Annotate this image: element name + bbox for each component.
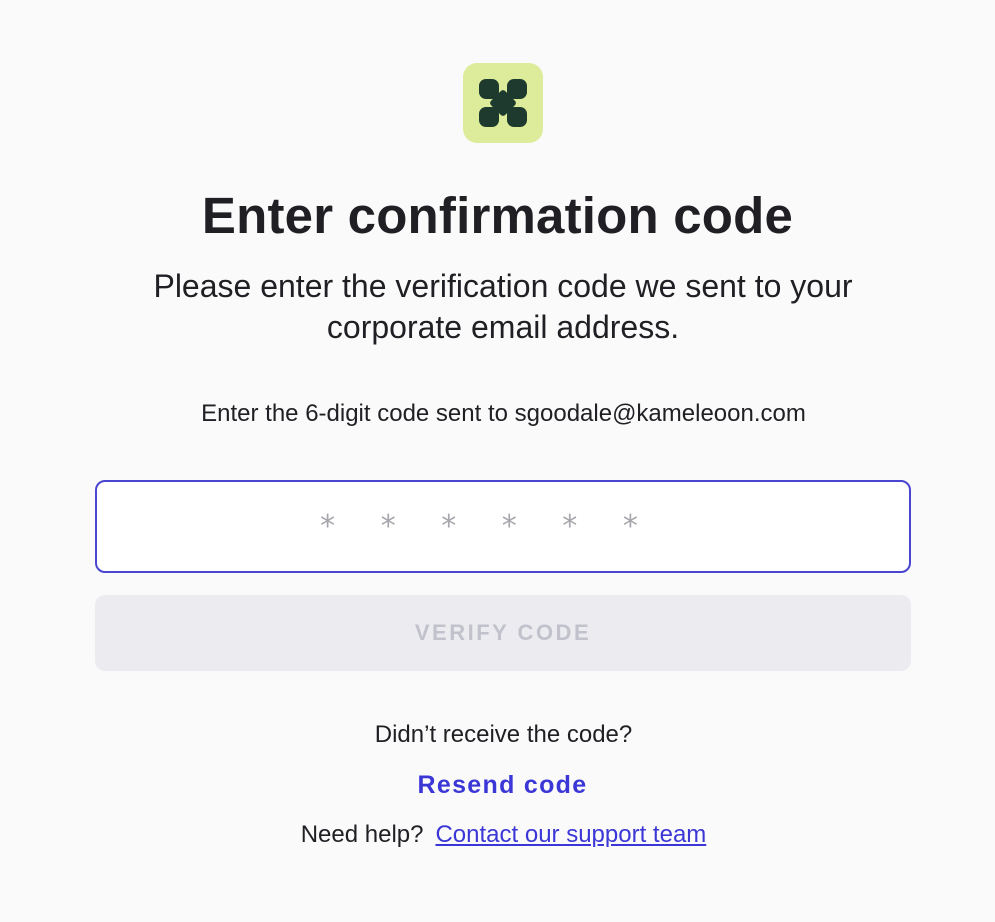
need-help-text: Need help? (300, 821, 424, 848)
didnt-receive-text: Didn’t receive the code? (374, 721, 633, 748)
verification-code-input[interactable]: * * * * * * (95, 480, 911, 573)
page-title: Enter confirmation code (201, 187, 794, 244)
kameleoon-logo-icon (463, 63, 543, 143)
code-placeholder: * * * * * * (320, 509, 638, 544)
contact-support-link[interactable]: Contact our support team (435, 821, 706, 848)
page-subtitle: Please enter the verification code we se… (153, 268, 853, 345)
resend-code-link[interactable]: Resend code (0, 769, 995, 801)
logo-glyph (479, 79, 527, 127)
verify-code-button[interactable]: VERIFY CODE (95, 595, 911, 671)
help-row: Need help? Contact our support team (0, 820, 995, 850)
confirmation-page: Enter confirmation code Please enter the… (0, 0, 995, 922)
code-instruction: Enter the 6-digit code sent to sgoodale@… (201, 400, 806, 427)
